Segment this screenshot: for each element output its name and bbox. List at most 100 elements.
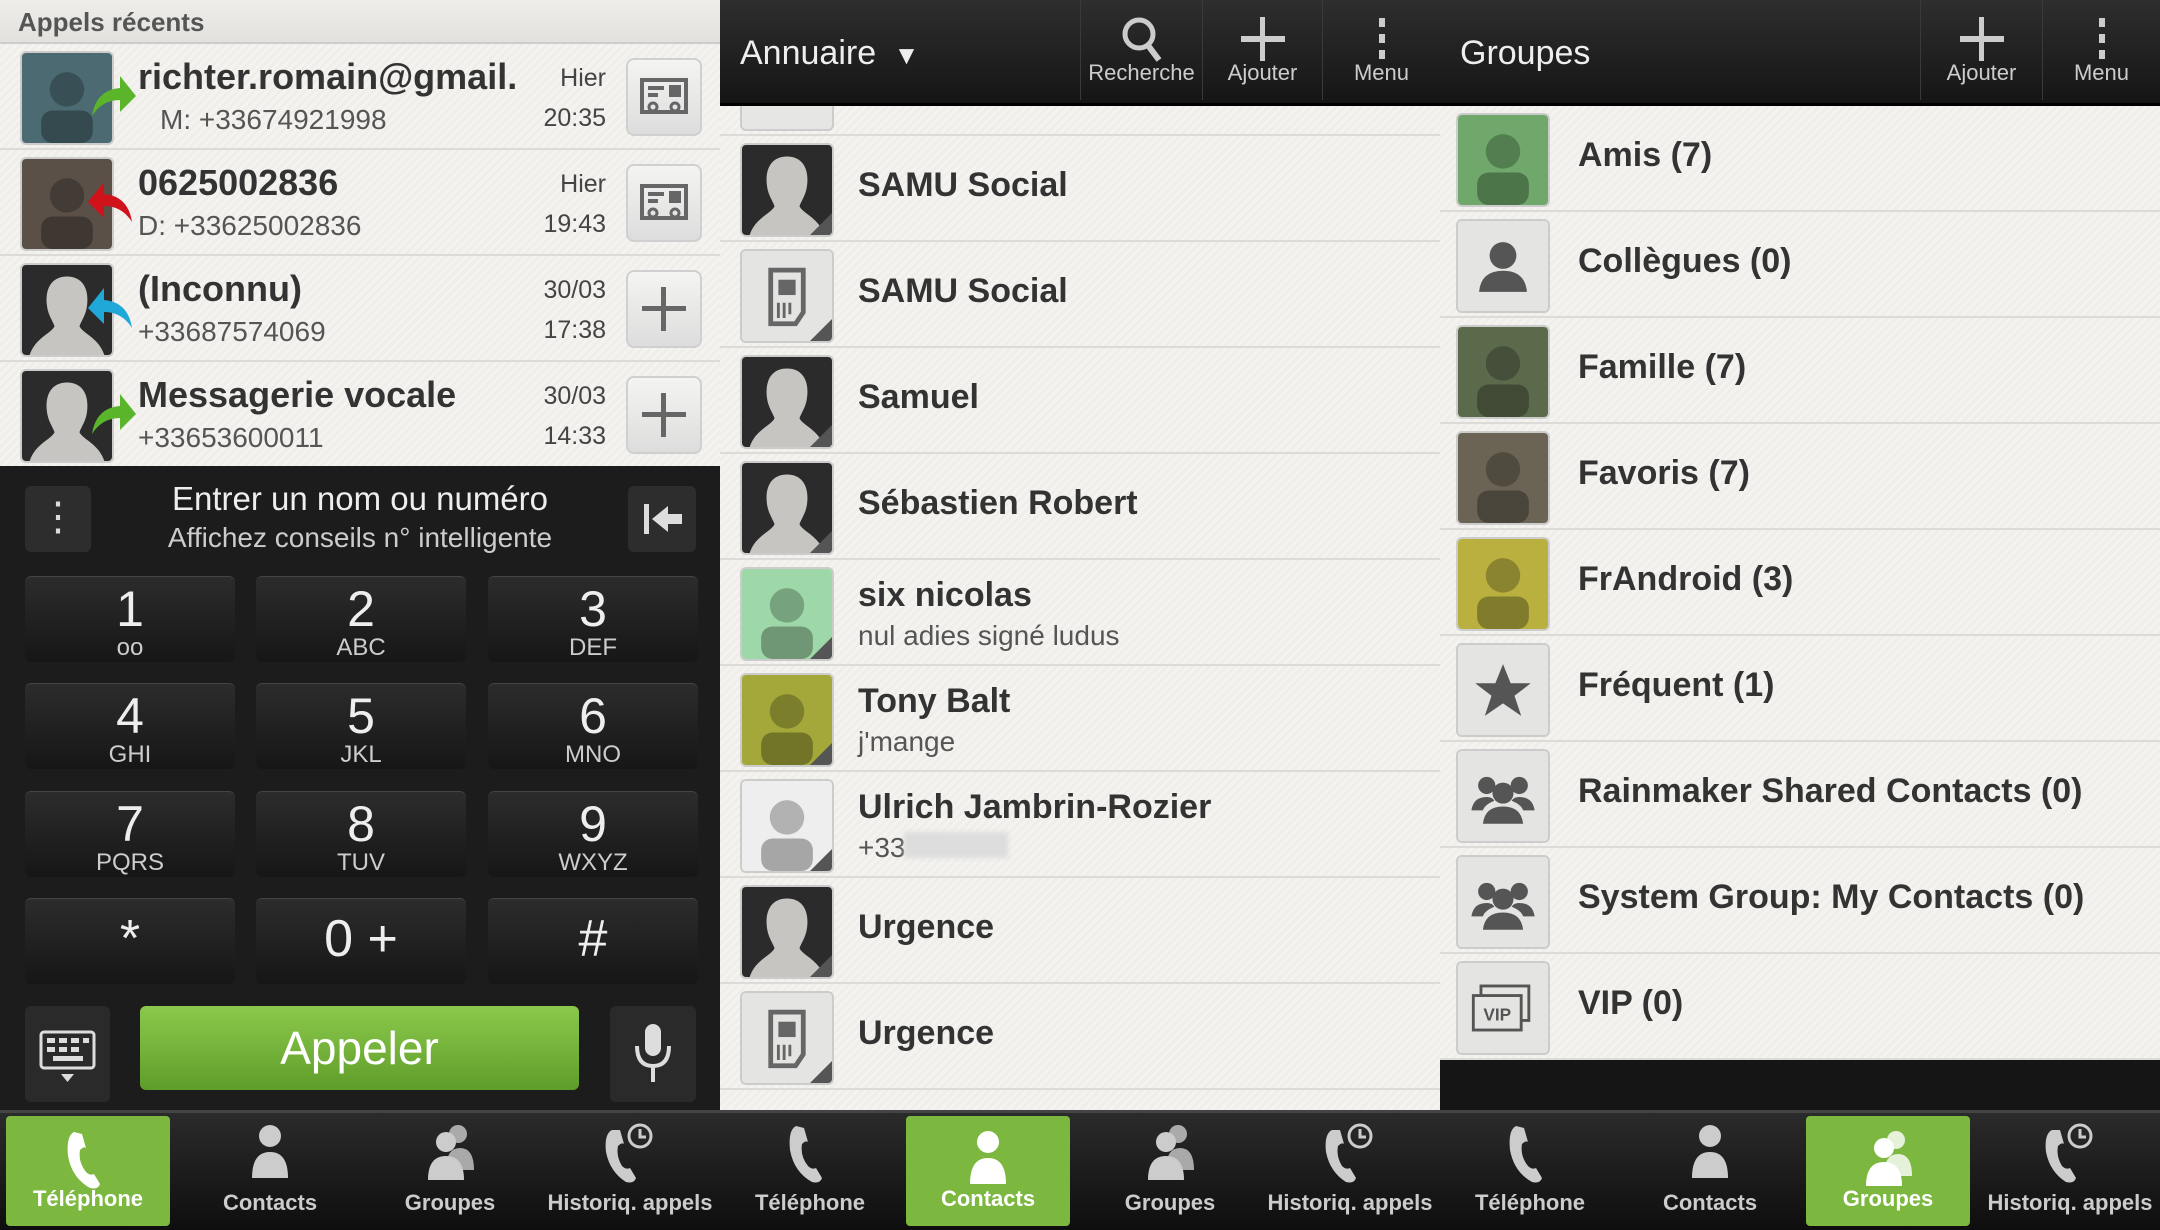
nav-tab-call-history[interactable]: Historiq. appels (1980, 1110, 2160, 1230)
directory-dropdown[interactable]: Annuaire ▼ (740, 34, 919, 73)
contact-item[interactable]: SAMU Social (720, 136, 1440, 242)
nav-tab-person[interactable]: Contacts (180, 1110, 360, 1230)
dial-key-9[interactable]: * (25, 898, 235, 984)
group-item[interactable]: VIP VIP (0) (1440, 954, 2160, 1060)
phone-icon (67, 1132, 100, 1189)
call-log-item[interactable]: Messagerie vocale +33653600011 30/03 14:… (0, 362, 720, 468)
nav-tab-group[interactable]: Groupes (1806, 1116, 1970, 1226)
call-action-button[interactable] (626, 164, 702, 242)
group-icon (1456, 113, 1550, 207)
dial-key-6[interactable]: 7 PQRS (25, 791, 235, 877)
add-contact-button[interactable]: Ajouter (1202, 0, 1322, 100)
plus-icon (1240, 17, 1285, 61)
call-action-button[interactable] (626, 270, 702, 348)
dial-key-2[interactable]: 3 DEF (488, 576, 698, 662)
group-item[interactable]: System Group: My Contacts (0) (1440, 848, 2160, 954)
dialer-menu-button[interactable]: ⋮ (25, 486, 91, 552)
contact-item[interactable]: SAMU Social (720, 242, 1440, 348)
group-item[interactable]: Favoris (7) (1440, 424, 2160, 530)
group-item[interactable]: FrAndroid (3) (1440, 530, 2160, 636)
group-name: VIP (0) (1578, 984, 1684, 1022)
key-letters: MNO (565, 741, 621, 768)
key-letters: JKL (340, 741, 382, 768)
group-item[interactable]: Fréquent (1) (1440, 636, 2160, 742)
dial-key-3[interactable]: 4 GHI (25, 683, 235, 769)
outgoing-call-icon (92, 394, 136, 434)
group-item[interactable]: Rainmaker Shared Contacts (0) (1440, 742, 2160, 848)
contact-item[interactable]: Ulrich Jambrin-Rozier +33 (720, 772, 1440, 878)
dial-key-5[interactable]: 6 MNO (488, 683, 698, 769)
add-contact-label: Ajouter (1227, 60, 1298, 85)
group-item[interactable]: Amis (7) (1440, 106, 2160, 212)
call-time: 17:38 (543, 316, 606, 344)
number-input[interactable]: Entrer un nom ou numéro Affichez conseil… (110, 480, 610, 554)
people-icon (1458, 751, 1548, 841)
nav-tab-person[interactable]: Contacts (906, 1116, 1070, 1226)
dial-key-1[interactable]: 2 ABC (256, 576, 466, 662)
number-input-placeholder: Entrer un nom ou numéro (171, 480, 549, 517)
call-log-item[interactable]: 0625002836 D: +33625002836 Hier 19:43 (0, 150, 720, 256)
call-log-item[interactable]: (Inconnu) +33687574069 30/03 17:38 (0, 256, 720, 362)
caller-number: +33687574069 (138, 316, 326, 347)
dial-key-0[interactable]: 1 oo (25, 576, 235, 662)
group-item[interactable]: Famille (7) (1440, 318, 2160, 424)
key-letters: oo (116, 634, 144, 661)
dial-key-8[interactable]: 9 WXYZ (488, 791, 698, 877)
contacts-menu-label: Menu (1353, 60, 1410, 85)
contact-name: SAMU Social (858, 166, 1068, 204)
nav-tab-call-history[interactable]: Historiq. appels (1260, 1110, 1440, 1230)
nav-tab-phone[interactable]: Téléphone (720, 1110, 900, 1230)
nav-tab-phone[interactable]: Téléphone (1440, 1110, 1620, 1230)
groups-menu-button[interactable]: Menu (2042, 0, 2160, 100)
call-button[interactable]: Appeler (140, 1006, 579, 1090)
keyboard-toggle-button[interactable] (25, 1006, 110, 1102)
dial-key-4[interactable]: 5 JKL (256, 683, 466, 769)
dial-key-7[interactable]: 8 TUV (256, 791, 466, 877)
plus-icon (1959, 17, 2004, 61)
dial-key-11[interactable]: # (488, 898, 698, 984)
contact-item[interactable]: six nicolas nul adies signé ludus (720, 560, 1440, 666)
group-icon (1148, 1125, 1194, 1180)
contact-item[interactable]: Samuel (720, 348, 1440, 454)
search-button[interactable]: Recherche (1080, 0, 1202, 100)
star-icon (1458, 645, 1548, 735)
add-group-button[interactable]: Ajouter (1920, 0, 2042, 100)
contact-item[interactable]: Urgence (720, 878, 1440, 984)
person-icon (970, 1131, 1006, 1184)
contacts-menu-button[interactable]: Menu (1322, 0, 1440, 100)
call-day: Hier (560, 170, 606, 198)
call-action-button[interactable] (626, 376, 702, 454)
group-item[interactable]: Collègues (0) (1440, 212, 2160, 318)
contact-item[interactable]: Tony Balt j'mange (720, 666, 1440, 772)
nav-tab-call-history[interactable]: Historiq. appels (540, 1110, 720, 1230)
outgoing-call-icon (92, 76, 136, 116)
group-icon (1456, 537, 1550, 631)
group-icon (1456, 325, 1550, 419)
nav-tab-label: Téléphone (754, 1190, 865, 1215)
call-action-button[interactable] (626, 58, 702, 136)
backspace-button[interactable] (628, 486, 696, 552)
call-time: 20:35 (543, 104, 606, 132)
key-digit: 6 (579, 688, 607, 744)
nav-tab-label: Téléphone (1474, 1190, 1585, 1215)
nav-tab-group[interactable]: Groupes (360, 1110, 540, 1230)
group-icon: VIP (1456, 961, 1550, 1055)
contact-item[interactable]: Sébastien Robert (720, 454, 1440, 560)
group-name: Amis (7) (1578, 136, 1713, 174)
nav-tab-phone[interactable]: Téléphone (6, 1116, 170, 1226)
call-log-item[interactable]: richter.romain@gmail.co M: +33674921998 … (0, 44, 720, 150)
people-icon (1458, 857, 1548, 947)
dial-key-10[interactable]: 0 + (256, 898, 466, 984)
add-group-label: Ajouter (1946, 60, 2017, 85)
nav-tab-person[interactable]: Contacts (1620, 1110, 1800, 1230)
key-digit: 1 (116, 581, 144, 637)
list-item-partial[interactable] (720, 106, 1440, 136)
voice-input-button[interactable] (610, 1006, 696, 1102)
caller-number[interactable]: M: +33674921998 (160, 104, 387, 136)
contact-item[interactable]: Urgence (720, 984, 1440, 1090)
key-letters: DEF (569, 634, 617, 661)
nav-tab-label: Contacts (222, 1190, 318, 1215)
nav-tab-group[interactable]: Groupes (1080, 1110, 1260, 1230)
phone-panel: Appels récents richter.romain@gmail.co M… (0, 0, 720, 468)
caller-name: Messagerie vocale (138, 374, 457, 415)
